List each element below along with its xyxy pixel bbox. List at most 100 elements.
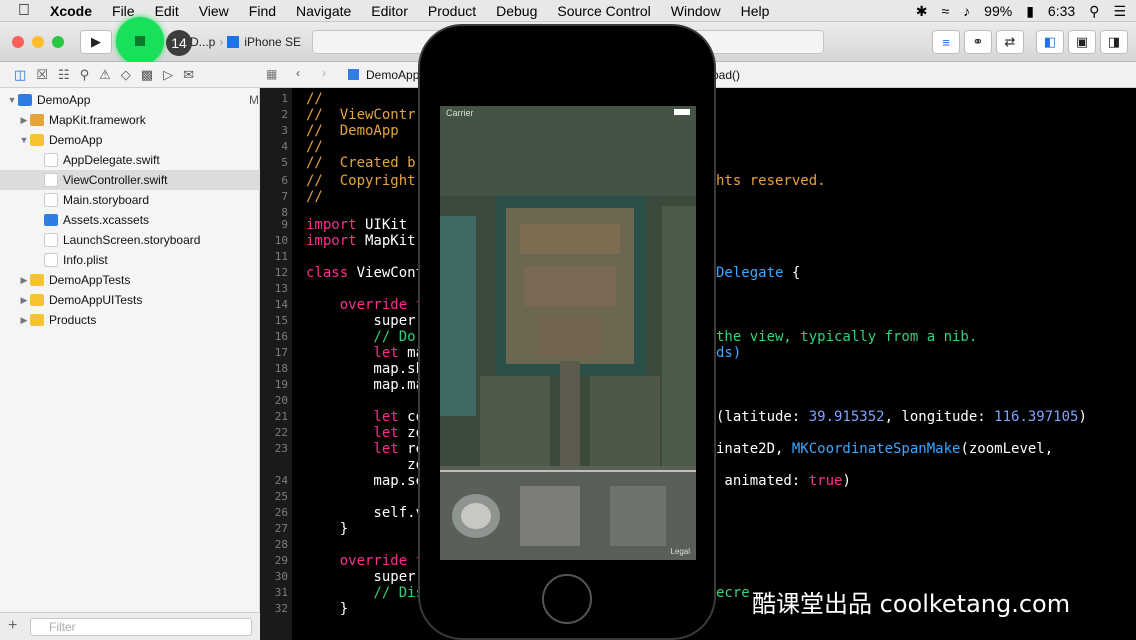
- menu-help[interactable]: Help: [741, 3, 770, 19]
- code-line: class ViewCont: [306, 265, 424, 281]
- volume-icon[interactable]: ♪: [963, 3, 970, 19]
- bluetooth-icon[interactable]: ✱: [916, 3, 928, 20]
- map-view[interactable]: Carrier Legal: [440, 106, 696, 560]
- tree-item-info-plist[interactable]: Info.plist: [0, 250, 303, 270]
- project-icon: [348, 69, 359, 80]
- play-icon: ▶: [91, 34, 101, 49]
- minimize-window-button[interactable]: [32, 36, 44, 48]
- battery-icon[interactable]: ▮: [1026, 3, 1034, 20]
- test-navigator-icon[interactable]: ◇: [121, 67, 131, 83]
- toggle-utilities-button[interactable]: ◨: [1100, 30, 1128, 54]
- run-button[interactable]: ▶: [80, 30, 112, 54]
- code-line: let re: [306, 441, 424, 457]
- wifi-icon[interactable]: ≈: [941, 3, 949, 19]
- tree-item-assets[interactable]: Assets.xcassets M: [0, 210, 303, 230]
- menu-window[interactable]: Window: [671, 3, 721, 19]
- breakpoint-navigator-icon[interactable]: ▷: [163, 67, 173, 83]
- related-items-icon[interactable]: ▦: [266, 67, 277, 81]
- navigator-filter-bar: + Filter: [0, 612, 260, 640]
- disclosure-closed-icon[interactable]: ▶: [18, 115, 30, 126]
- tree-item-appdelegate[interactable]: AppDelegate.swift: [0, 150, 303, 170]
- code-line: let ma: [306, 345, 424, 361]
- toggle-navigator-button[interactable]: ◧: [1036, 30, 1064, 54]
- version-editor-button[interactable]: ⇄: [996, 30, 1024, 54]
- legal-link[interactable]: Legal: [670, 547, 690, 556]
- forward-chevron-icon[interactable]: ›: [322, 66, 326, 80]
- iphone-simulator: Carrier Legal: [418, 24, 716, 640]
- search-icon[interactable]: ⚲: [80, 67, 90, 83]
- code-text: , longitude:: [884, 409, 995, 425]
- jump-bar-project[interactable]: DemoApp: [366, 68, 419, 82]
- symbol-navigator-icon[interactable]: ☷: [58, 67, 70, 83]
- tree-item-label: AppDelegate.swift: [63, 153, 160, 167]
- code-line: // Dis: [306, 585, 425, 601]
- tree-item-demoapp-folder[interactable]: ▼ DemoApp: [0, 130, 277, 150]
- warning-icon[interactable]: ⚠: [99, 67, 111, 83]
- code-text: UIKit: [356, 217, 408, 233]
- menu-product[interactable]: Product: [428, 3, 476, 19]
- home-button[interactable]: [542, 574, 592, 624]
- line-number: 3: [281, 124, 288, 137]
- menu-file[interactable]: File: [112, 3, 135, 19]
- disclosure-closed-icon[interactable]: ▶: [18, 275, 30, 286]
- code-line: map.ma: [306, 377, 425, 393]
- tree-item-demoapptests[interactable]: ▶ DemoAppTests: [0, 270, 277, 290]
- menu-editor[interactable]: Editor: [371, 3, 408, 19]
- line-number: 9: [281, 218, 288, 231]
- zoom-window-button[interactable]: [52, 36, 64, 48]
- line-number: 19: [274, 378, 288, 391]
- apple-menu-icon[interactable]: : [18, 2, 30, 20]
- clock[interactable]: 6:33: [1048, 3, 1075, 19]
- stop-button[interactable]: [116, 17, 164, 65]
- code-line: }: [306, 521, 349, 537]
- tree-item-products[interactable]: ▶ Products: [0, 310, 277, 330]
- add-icon[interactable]: +: [8, 617, 17, 635]
- code-line-fragment: ecre: [716, 585, 750, 601]
- tree-item-label: Products: [49, 313, 97, 327]
- line-number: 20: [274, 394, 288, 407]
- left-panel-icon: ◧: [1043, 34, 1057, 49]
- close-window-button[interactable]: [12, 36, 24, 48]
- rings-icon: ⚭: [972, 34, 984, 49]
- standard-editor-button[interactable]: ≡: [932, 30, 960, 54]
- line-number: 12: [274, 266, 288, 279]
- debug-navigator-icon[interactable]: ▩: [141, 67, 153, 83]
- tree-item-mapkit-framework[interactable]: ▶ MapKit.framework: [0, 110, 277, 130]
- tree-item-viewcontroller[interactable]: ViewController.swift M: [0, 170, 303, 190]
- menu-debug[interactable]: Debug: [496, 3, 537, 19]
- tree-item-launchscreen[interactable]: LaunchScreen.storyboard: [0, 230, 303, 250]
- toggle-debug-area-button[interactable]: ▣: [1068, 30, 1096, 54]
- menu-edit[interactable]: Edit: [155, 3, 179, 19]
- report-navigator-icon[interactable]: ✉: [183, 67, 194, 83]
- disclosure-open-icon[interactable]: ▼: [6, 95, 18, 105]
- assistant-editor-button[interactable]: ⚭: [964, 30, 992, 54]
- code-line: import UIKit: [306, 217, 407, 233]
- project-icon: [18, 94, 32, 106]
- code-line-fragment: ds): [716, 345, 742, 361]
- source-control-icon[interactable]: ☒: [36, 67, 48, 83]
- disclosure-closed-icon[interactable]: ▶: [18, 315, 30, 326]
- jump-bar-symbol[interactable]: oad(): [712, 68, 740, 82]
- folder-icon: [30, 294, 44, 306]
- code-text: animated:: [716, 473, 809, 489]
- menu-view[interactable]: View: [199, 3, 229, 19]
- menu-bar:  Xcode File Edit View Find Navigate Edi…: [0, 0, 1136, 22]
- disclosure-closed-icon[interactable]: ▶: [18, 295, 30, 306]
- tree-item-demoappuitests[interactable]: ▶ DemoAppUITests: [0, 290, 277, 310]
- menu-app-name[interactable]: Xcode: [50, 3, 92, 19]
- project-navigator-icon[interactable]: ◫: [14, 67, 26, 83]
- code-line: override f: [306, 553, 425, 569]
- disclosure-open-icon[interactable]: ▼: [18, 135, 30, 145]
- menu-source-control[interactable]: Source Control: [557, 3, 650, 19]
- code-text: ViewCont: [348, 265, 425, 281]
- spotlight-icon[interactable]: ⚲: [1089, 3, 1099, 20]
- filter-input[interactable]: Filter: [30, 618, 252, 636]
- menu-find[interactable]: Find: [249, 3, 276, 19]
- framework-icon: [30, 114, 44, 126]
- code-text: (zoomLevel,: [960, 441, 1054, 457]
- tree-item-main-storyboard[interactable]: Main.storyboard: [0, 190, 303, 210]
- back-chevron-icon[interactable]: ‹: [296, 66, 300, 80]
- tree-item-demoapp-project[interactable]: ▼ DemoApp M: [0, 90, 265, 110]
- notification-center-icon[interactable]: ☰: [1113, 3, 1126, 20]
- menu-navigate[interactable]: Navigate: [296, 3, 351, 19]
